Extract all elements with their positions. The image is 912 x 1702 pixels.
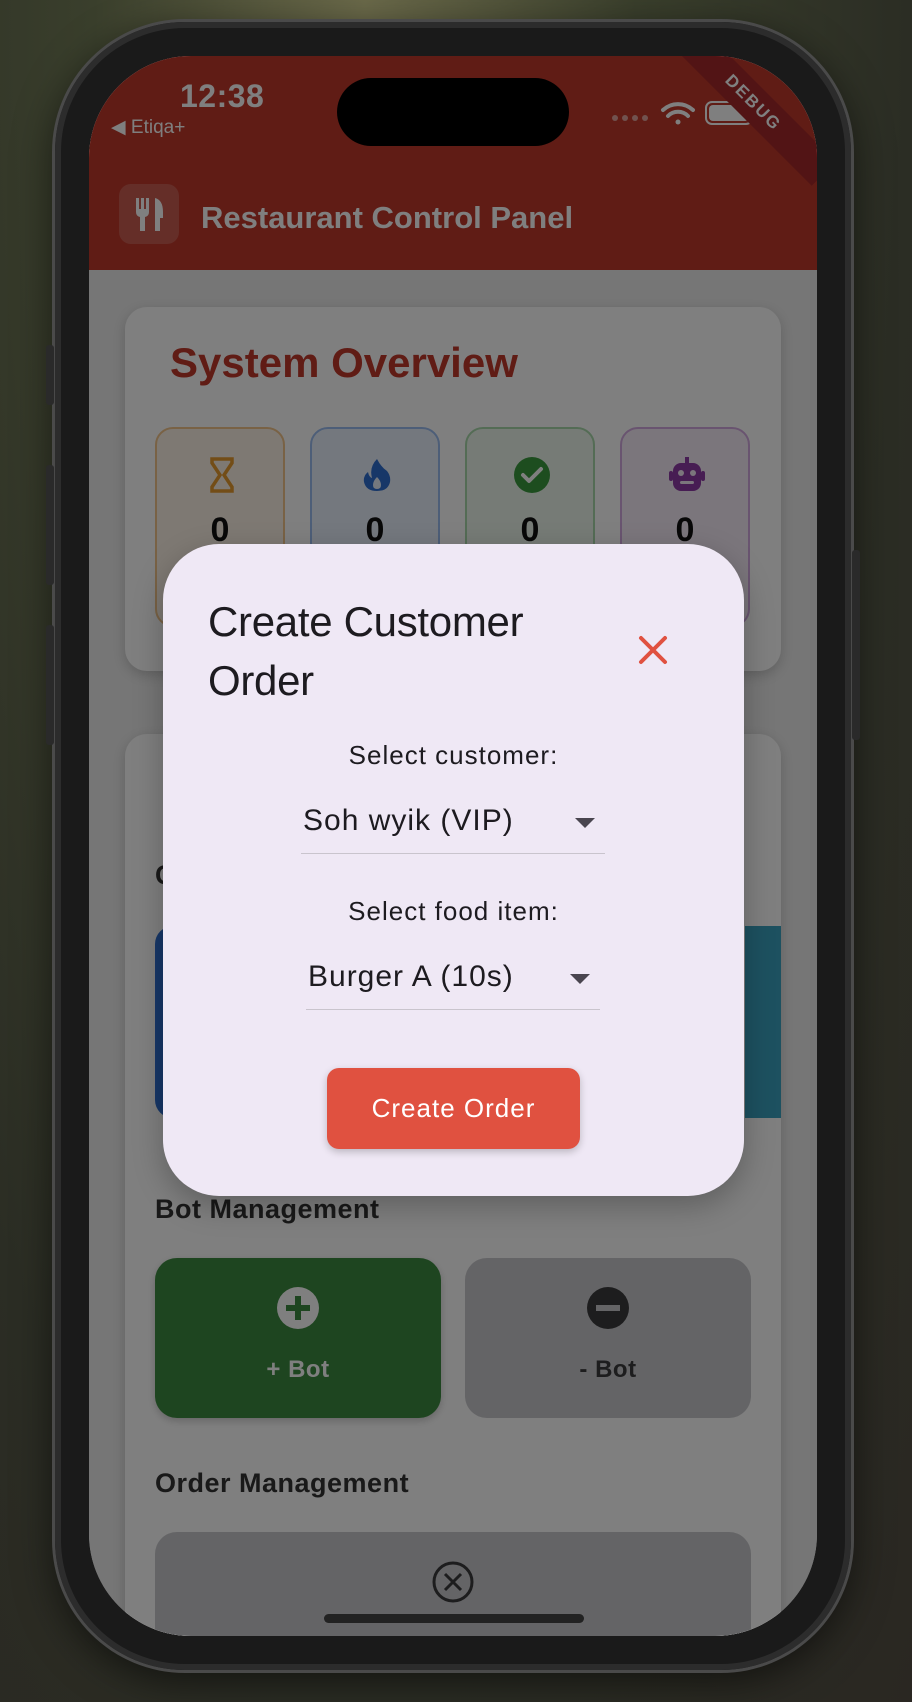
customer-dropdown-value: Soh wyik (VIP) xyxy=(303,804,514,837)
create-order-button[interactable]: Create Order xyxy=(327,1068,580,1149)
home-indicator xyxy=(324,1614,584,1623)
side-button xyxy=(46,625,54,745)
create-order-dialog: Create Customer Order Select customer: S… xyxy=(163,544,744,1196)
customer-dropdown[interactable]: Soh wyik (VIP) xyxy=(301,794,605,854)
dialog-title: Create Customer Order xyxy=(208,598,524,704)
food-dropdown[interactable]: Burger A (10s) xyxy=(306,950,600,1010)
side-button xyxy=(852,550,860,740)
side-button xyxy=(46,345,54,405)
chevron-down-icon xyxy=(570,974,590,984)
food-field-label: Select food item: xyxy=(348,896,559,926)
chevron-down-icon xyxy=(575,818,595,828)
side-button xyxy=(46,465,54,585)
food-dropdown-value: Burger A (10s) xyxy=(308,960,514,993)
close-icon[interactable] xyxy=(633,630,673,670)
customer-field-label: Select customer: xyxy=(348,740,559,770)
